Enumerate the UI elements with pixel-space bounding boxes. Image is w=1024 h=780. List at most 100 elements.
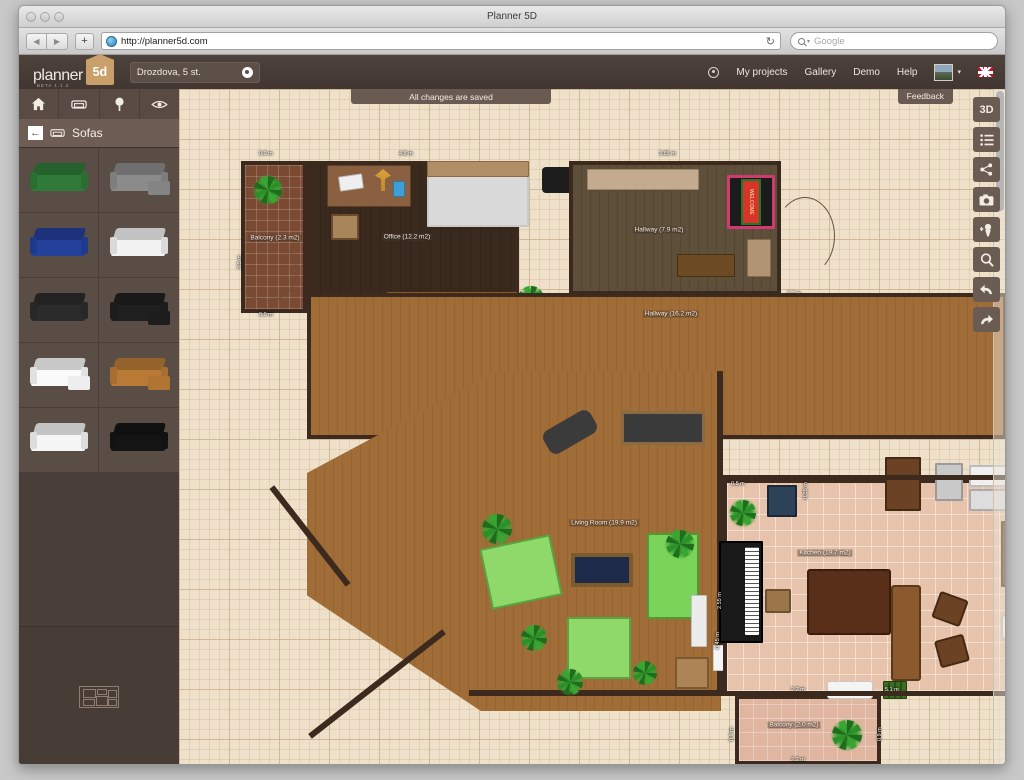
sofa-icon — [50, 129, 65, 137]
kitchen-piano-keys[interactable] — [745, 547, 759, 635]
sofa-brown-corner — [110, 358, 170, 392]
welcome-mat[interactable]: WELCOME — [727, 175, 775, 229]
back-button[interactable]: ◀ — [26, 32, 47, 50]
account-dot-icon[interactable] — [708, 66, 720, 78]
plant-kitchen[interactable] — [727, 497, 759, 529]
room-label-living: Living Room (19.9 m2) — [569, 519, 639, 527]
forward-button[interactable]: ▶ — [47, 32, 68, 50]
balcony-ac-unit[interactable] — [827, 681, 873, 699]
3d-view-button[interactable]: 3D — [973, 97, 1000, 122]
sidebar-tab-plants[interactable] — [99, 89, 140, 119]
sofa-white-corner — [29, 358, 90, 392]
catalog-item-3[interactable] — [99, 213, 179, 278]
kitchen-stool[interactable] — [765, 589, 791, 613]
room-label-balcony-bottom: Balcony (2.0 m2) — [767, 721, 821, 729]
chevron-down-icon: ▾ — [807, 38, 811, 45]
browser-toolbar: ◀ ▶ + http://planner5d.com ↻ ▾ Google — [19, 28, 1005, 55]
catalog-item-8[interactable] — [19, 408, 99, 473]
back-arrow-icon[interactable]: ← — [28, 126, 43, 140]
sofa-icon — [71, 99, 87, 109]
sidebar-tab-home[interactable] — [19, 89, 60, 119]
catalog-item-0[interactable] — [19, 148, 99, 213]
catalog-item-1[interactable] — [99, 148, 179, 213]
catalog-item-9[interactable] — [99, 408, 179, 473]
search-icon — [798, 37, 805, 45]
catalog-sidebar: ← Sofas — [19, 89, 179, 764]
plant-living-2[interactable] — [519, 623, 549, 653]
sofa-blue-2seat — [29, 228, 88, 262]
hallway-bench[interactable] — [677, 254, 735, 277]
right-toolbar: 3D — [973, 97, 1005, 332]
gear-icon[interactable] — [241, 66, 253, 78]
sidebar-minimap-panel[interactable] — [19, 626, 179, 764]
kitchen-stove[interactable] — [935, 463, 963, 501]
add-user-button[interactable] — [973, 217, 1000, 242]
floor-plan[interactable]: Balcony (2.3 m2) 0.9 m 0.9 m 2.5 m Offic… — [179, 89, 1005, 764]
nav-help[interactable]: Help — [897, 67, 918, 78]
app-body: ← Sofas All changes are saved Feedback 3… — [19, 89, 1005, 764]
living-radiator[interactable] — [691, 595, 707, 647]
avatar — [934, 63, 954, 81]
feedback-button[interactable]: Feedback — [897, 89, 953, 104]
project-name: Drozdova, 5 st. — [136, 66, 201, 78]
share-button[interactable] — [973, 157, 1000, 182]
room-label-balcony-top: Balcony (2.3 m2) — [248, 234, 302, 242]
plant-living-1[interactable] — [479, 511, 515, 547]
floorplan-canvas[interactable]: All changes are saved Feedback 3D Balcon… — [179, 89, 1005, 764]
hallway-mirror[interactable] — [747, 239, 771, 277]
dim-balcony-top-height: 2.5 m — [237, 255, 243, 269]
sofa-white-armchair — [29, 423, 88, 457]
kitchen-counter[interactable] — [891, 585, 921, 681]
sidebar-tab-view[interactable] — [139, 89, 179, 119]
nav-demo[interactable]: Demo — [853, 67, 880, 78]
uk-flag-icon[interactable] — [978, 67, 993, 77]
plant-balcony-top[interactable] — [251, 173, 285, 207]
kitchen-table[interactable] — [807, 569, 891, 635]
close-button[interactable] — [26, 12, 36, 22]
plant-living-3[interactable] — [555, 667, 585, 697]
dim-balcony-top-width-2: 0.9 m — [259, 312, 273, 318]
living-tv-stand[interactable] — [571, 553, 633, 587]
catalog-item-7[interactable] — [99, 343, 179, 408]
dim-office-width: 4.8 m — [399, 151, 413, 157]
undo-button[interactable] — [973, 277, 1000, 302]
nav-gallery[interactable]: Gallery — [805, 67, 837, 78]
user-menu[interactable]: ▾ — [934, 63, 961, 81]
sidebar-tab-furniture[interactable] — [59, 89, 100, 119]
logo-house-icon: 5d — [85, 59, 114, 85]
catalog-item-5[interactable] — [99, 278, 179, 343]
redo-button[interactable] — [973, 307, 1000, 332]
kitchen-cabinet-top[interactable] — [885, 457, 921, 511]
browser-search-field[interactable]: ▾ Google — [790, 32, 998, 50]
zoom-button[interactable] — [973, 247, 1000, 272]
floor-plan-minimap[interactable] — [79, 685, 119, 708]
snapshot-button[interactable] — [973, 187, 1000, 212]
catalog-category-header[interactable]: ← Sofas — [19, 119, 179, 147]
office-bin[interactable] — [393, 181, 405, 197]
office-chair[interactable] — [331, 214, 359, 240]
plant-balcony-bottom[interactable] — [829, 717, 865, 753]
new-tab-button[interactable]: + — [75, 32, 94, 50]
maximize-button[interactable] — [54, 12, 64, 22]
nav-my-projects[interactable]: My projects — [736, 67, 787, 78]
category-title: Sofas — [72, 126, 103, 140]
plant-living-5[interactable] — [663, 527, 697, 561]
address-bar[interactable]: http://planner5d.com ↻ — [101, 32, 781, 50]
living-side-table[interactable] — [675, 657, 709, 689]
layers-button[interactable] — [973, 127, 1000, 152]
reload-icon[interactable]: ↻ — [766, 35, 775, 48]
app-logo[interactable]: planner BETA 1.1.2 5d — [33, 59, 114, 88]
hallway-shelf[interactable] — [587, 169, 699, 190]
wall-kitchen-top — [723, 475, 1005, 480]
living-tv-unit[interactable] — [621, 411, 705, 445]
project-selector[interactable]: Drozdova, 5 st. — [129, 61, 260, 83]
catalog-item-4[interactable] — [19, 278, 99, 343]
catalog-item-2[interactable] — [19, 213, 99, 278]
catalog-item-6[interactable] — [19, 343, 99, 408]
window-controls[interactable] — [26, 12, 64, 22]
office-bed-headboard[interactable] — [427, 161, 529, 177]
plant-living-4[interactable] — [631, 659, 659, 687]
kitchen-fridge[interactable] — [767, 485, 797, 517]
sofa-white-daybed — [110, 228, 168, 262]
minimize-button[interactable] — [40, 12, 50, 22]
